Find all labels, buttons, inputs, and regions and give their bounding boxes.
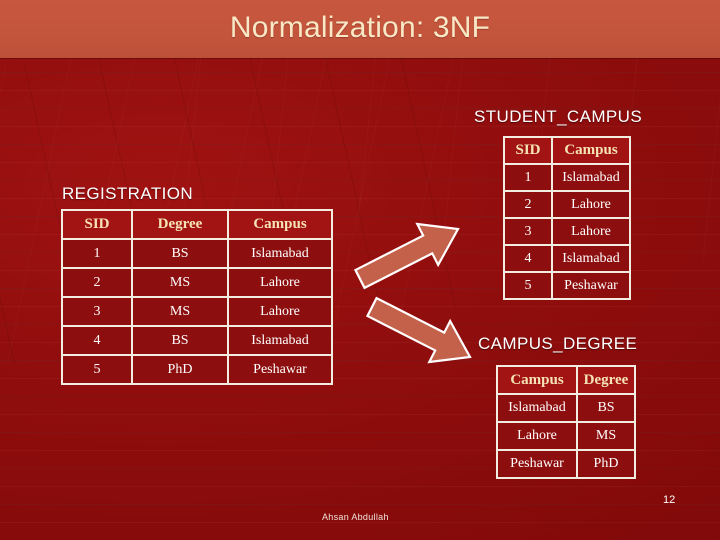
cell-degree: BS bbox=[131, 238, 229, 269]
cell-sid: 2 bbox=[61, 267, 133, 298]
campus-degree-table-label: CAMPUS_DEGREE bbox=[478, 334, 638, 353]
student-campus-table: SID Campus 1 Islamabad 2 Lahore 3 Lahore… bbox=[503, 136, 631, 300]
table-row: 3 MS Lahore bbox=[61, 296, 333, 327]
cell-sid: 5 bbox=[503, 271, 553, 300]
column-header-degree: Degree bbox=[576, 365, 636, 395]
cell-campus: Peshawar bbox=[551, 271, 631, 300]
cell-campus: Islamabad bbox=[551, 244, 631, 273]
slide-page-number: 12 bbox=[663, 494, 676, 506]
table-row: 4 Islamabad bbox=[503, 244, 631, 273]
table-header-row: SID Campus bbox=[503, 136, 631, 165]
cell-sid: 3 bbox=[61, 296, 133, 327]
cell-degree: PhD bbox=[131, 354, 229, 385]
cell-degree: BS bbox=[576, 393, 636, 423]
cell-sid: 3 bbox=[503, 217, 553, 246]
table-row: Islamabad BS bbox=[496, 393, 636, 423]
page-title: Normalization: 3NF bbox=[229, 11, 491, 44]
table-row: 2 Lahore bbox=[503, 190, 631, 219]
cell-sid: 2 bbox=[503, 190, 553, 219]
slide-canvas: Normalization: 3NF REGISTRATION SID Degr… bbox=[0, 0, 720, 540]
arrow-up-right-icon bbox=[353, 222, 460, 290]
column-header-campus: Campus bbox=[551, 136, 631, 165]
cell-sid: 1 bbox=[61, 238, 133, 269]
cell-degree: BS bbox=[131, 325, 229, 356]
table-row: Peshawar PhD bbox=[496, 449, 636, 479]
cell-degree: MS bbox=[131, 296, 229, 327]
table-row: 4 BS Islamabad bbox=[61, 325, 333, 356]
cell-sid: 4 bbox=[61, 325, 133, 356]
column-header-campus: Campus bbox=[496, 365, 578, 395]
cell-degree: MS bbox=[576, 421, 636, 451]
cell-sid: 1 bbox=[503, 163, 553, 192]
registration-table-label: REGISTRATION bbox=[62, 184, 194, 203]
cell-campus: Lahore bbox=[551, 190, 631, 219]
arrow-down-right-icon bbox=[365, 296, 472, 364]
cell-campus: Islamabad bbox=[551, 163, 631, 192]
table-row: 1 BS Islamabad bbox=[61, 238, 333, 269]
column-header-sid: SID bbox=[503, 136, 553, 165]
cell-campus: Peshawar bbox=[496, 449, 578, 479]
cell-sid: 5 bbox=[61, 354, 133, 385]
table-row: Lahore MS bbox=[496, 421, 636, 451]
footer-author: Ahsan Abdullah bbox=[322, 512, 389, 522]
table-header-row: Campus Degree bbox=[496, 365, 636, 395]
cell-degree: PhD bbox=[576, 449, 636, 479]
student-campus-table-label: STUDENT_CAMPUS bbox=[474, 107, 643, 126]
cell-sid: 4 bbox=[503, 244, 553, 273]
table-row: 1 Islamabad bbox=[503, 163, 631, 192]
cell-campus: Lahore bbox=[496, 421, 578, 451]
cell-campus: Peshawar bbox=[227, 354, 333, 385]
cell-campus: Lahore bbox=[227, 267, 333, 298]
column-header-campus: Campus bbox=[227, 209, 333, 240]
table-row: 3 Lahore bbox=[503, 217, 631, 246]
cell-campus: Lahore bbox=[227, 296, 333, 327]
cell-campus: Islamabad bbox=[496, 393, 578, 423]
column-header-degree: Degree bbox=[131, 209, 229, 240]
registration-table: SID Degree Campus 1 BS Islamabad 2 MS La… bbox=[61, 209, 333, 385]
campus-degree-table: Campus Degree Islamabad BS Lahore MS Pes… bbox=[496, 365, 636, 479]
cell-campus: Lahore bbox=[551, 217, 631, 246]
table-row: 5 Peshawar bbox=[503, 271, 631, 300]
table-row: 5 PhD Peshawar bbox=[61, 354, 333, 385]
table-row: 2 MS Lahore bbox=[61, 267, 333, 298]
cell-campus: Islamabad bbox=[227, 325, 333, 356]
table-header-row: SID Degree Campus bbox=[61, 209, 333, 240]
column-header-sid: SID bbox=[61, 209, 133, 240]
cell-campus: Islamabad bbox=[227, 238, 333, 269]
cell-degree: MS bbox=[131, 267, 229, 298]
